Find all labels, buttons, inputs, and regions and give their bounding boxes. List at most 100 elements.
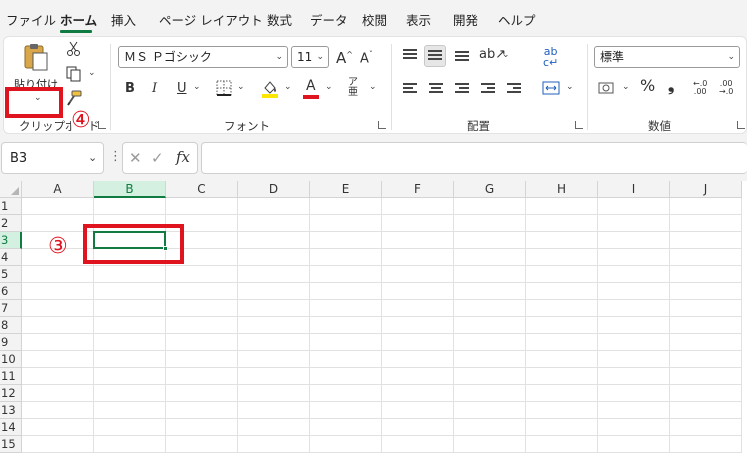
cell-f1[interactable] xyxy=(382,198,454,215)
cell-c10[interactable] xyxy=(166,351,238,368)
borders-dropdown-chevron-icon[interactable]: ⌄ xyxy=(237,82,245,92)
cell-g13[interactable] xyxy=(454,402,526,419)
increase-indent-icon[interactable] xyxy=(507,83,521,95)
cell-b5[interactable] xyxy=(94,266,166,283)
percent-style-button[interactable]: % xyxy=(640,78,655,94)
align-left-icon[interactable] xyxy=(403,83,417,95)
column-header-i[interactable]: I xyxy=(598,181,670,198)
cell-g4[interactable] xyxy=(454,249,526,266)
underline-dropdown-chevron-icon[interactable]: ⌄ xyxy=(193,82,201,92)
cell-e10[interactable] xyxy=(310,351,382,368)
cell-a8[interactable] xyxy=(22,317,94,334)
cell-c9[interactable] xyxy=(166,334,238,351)
cell-d13[interactable] xyxy=(238,402,310,419)
cell-e8[interactable] xyxy=(310,317,382,334)
cell-d11[interactable] xyxy=(238,368,310,385)
cell-h14[interactable] xyxy=(526,419,598,436)
tab-review[interactable]: 校閲 xyxy=(362,10,387,29)
cell-f14[interactable] xyxy=(382,419,454,436)
chevron-down-icon[interactable]: ⌄ xyxy=(88,151,97,164)
cell-a11[interactable] xyxy=(22,368,94,385)
cell-e11[interactable] xyxy=(310,368,382,385)
formula-bar-splitter-icon[interactable]: ⋮ xyxy=(109,149,122,164)
row-header-13[interactable]: 13 xyxy=(0,402,22,419)
cell-i10[interactable] xyxy=(598,351,670,368)
cell-g7[interactable] xyxy=(454,300,526,317)
bold-button[interactable]: B xyxy=(125,81,135,97)
align-middle-icon[interactable] xyxy=(428,49,442,61)
cell-g5[interactable] xyxy=(454,266,526,283)
cell-f6[interactable] xyxy=(382,283,454,300)
cell-j10[interactable] xyxy=(670,351,742,368)
cell-i4[interactable] xyxy=(598,249,670,266)
cell-j7[interactable] xyxy=(670,300,742,317)
column-header-j[interactable]: J xyxy=(670,181,742,198)
row-header-1[interactable]: 1 xyxy=(0,198,22,215)
cell-h1[interactable] xyxy=(526,198,598,215)
cell-c6[interactable] xyxy=(166,283,238,300)
cell-f9[interactable] xyxy=(382,334,454,351)
tab-view[interactable]: 表示 xyxy=(406,10,431,29)
cell-h12[interactable] xyxy=(526,385,598,402)
cell-b9[interactable] xyxy=(94,334,166,351)
cell-i2[interactable] xyxy=(598,215,670,232)
cell-c1[interactable] xyxy=(166,198,238,215)
row-header-9[interactable]: 9 xyxy=(0,334,22,351)
name-box[interactable]: B3 ⌄ xyxy=(1,142,104,174)
cell-e15[interactable] xyxy=(310,436,382,453)
cell-g11[interactable] xyxy=(454,368,526,385)
cell-g2[interactable] xyxy=(454,215,526,232)
row-header-15[interactable]: 15 xyxy=(0,436,22,453)
cell-i6[interactable] xyxy=(598,283,670,300)
cell-e1[interactable] xyxy=(310,198,382,215)
cell-b10[interactable] xyxy=(94,351,166,368)
cell-e13[interactable] xyxy=(310,402,382,419)
cell-b6[interactable] xyxy=(94,283,166,300)
cell-i7[interactable] xyxy=(598,300,670,317)
cell-b14[interactable] xyxy=(94,419,166,436)
column-header-d[interactable]: D xyxy=(238,181,310,198)
cell-i15[interactable] xyxy=(598,436,670,453)
cell-j4[interactable] xyxy=(670,249,742,266)
cell-d14[interactable] xyxy=(238,419,310,436)
increase-decimal-icon[interactable]: ←.0.00 xyxy=(693,80,707,96)
cell-d6[interactable] xyxy=(238,283,310,300)
cancel-icon[interactable]: ✕ xyxy=(129,149,142,167)
column-header-g[interactable]: G xyxy=(454,181,526,198)
cell-b1[interactable] xyxy=(94,198,166,215)
cell-a9[interactable] xyxy=(22,334,94,351)
number-format-select[interactable]: 標準 ⌄ xyxy=(594,46,740,68)
enter-icon[interactable]: ✓ xyxy=(151,149,164,167)
cell-g8[interactable] xyxy=(454,317,526,334)
wrap-text-icon[interactable]: ab c↵ xyxy=(543,46,558,68)
cell-i13[interactable] xyxy=(598,402,670,419)
cell-h13[interactable] xyxy=(526,402,598,419)
cell-c14[interactable] xyxy=(166,419,238,436)
cell-b7[interactable] xyxy=(94,300,166,317)
cell-f5[interactable] xyxy=(382,266,454,283)
cell-e14[interactable] xyxy=(310,419,382,436)
font-name-select[interactable]: ＭＳ Ｐゴシック ⌄ xyxy=(118,46,288,68)
phonetic-dropdown-chevron-icon[interactable]: ⌄ xyxy=(369,82,377,92)
cell-j3[interactable] xyxy=(670,232,742,249)
cell-f7[interactable] xyxy=(382,300,454,317)
cell-i1[interactable] xyxy=(598,198,670,215)
formula-input[interactable] xyxy=(201,142,747,174)
cell-a10[interactable] xyxy=(22,351,94,368)
cell-j8[interactable] xyxy=(670,317,742,334)
cell-a13[interactable] xyxy=(22,402,94,419)
cell-j1[interactable] xyxy=(670,198,742,215)
orientation-dropdown-chevron-icon[interactable]: ⌄ xyxy=(502,50,510,60)
cell-d2[interactable] xyxy=(238,215,310,232)
cell-j6[interactable] xyxy=(670,283,742,300)
row-header-7[interactable]: 7 xyxy=(0,300,22,317)
cell-f11[interactable] xyxy=(382,368,454,385)
align-top-icon[interactable] xyxy=(403,49,417,61)
alignment-launcher-icon[interactable] xyxy=(575,121,583,129)
cell-i3[interactable] xyxy=(598,232,670,249)
cell-b13[interactable] xyxy=(94,402,166,419)
cell-g6[interactable] xyxy=(454,283,526,300)
decrease-indent-icon[interactable] xyxy=(481,83,495,95)
row-header-2[interactable]: 2 xyxy=(0,215,22,232)
row-header-14[interactable]: 14 xyxy=(0,419,22,436)
